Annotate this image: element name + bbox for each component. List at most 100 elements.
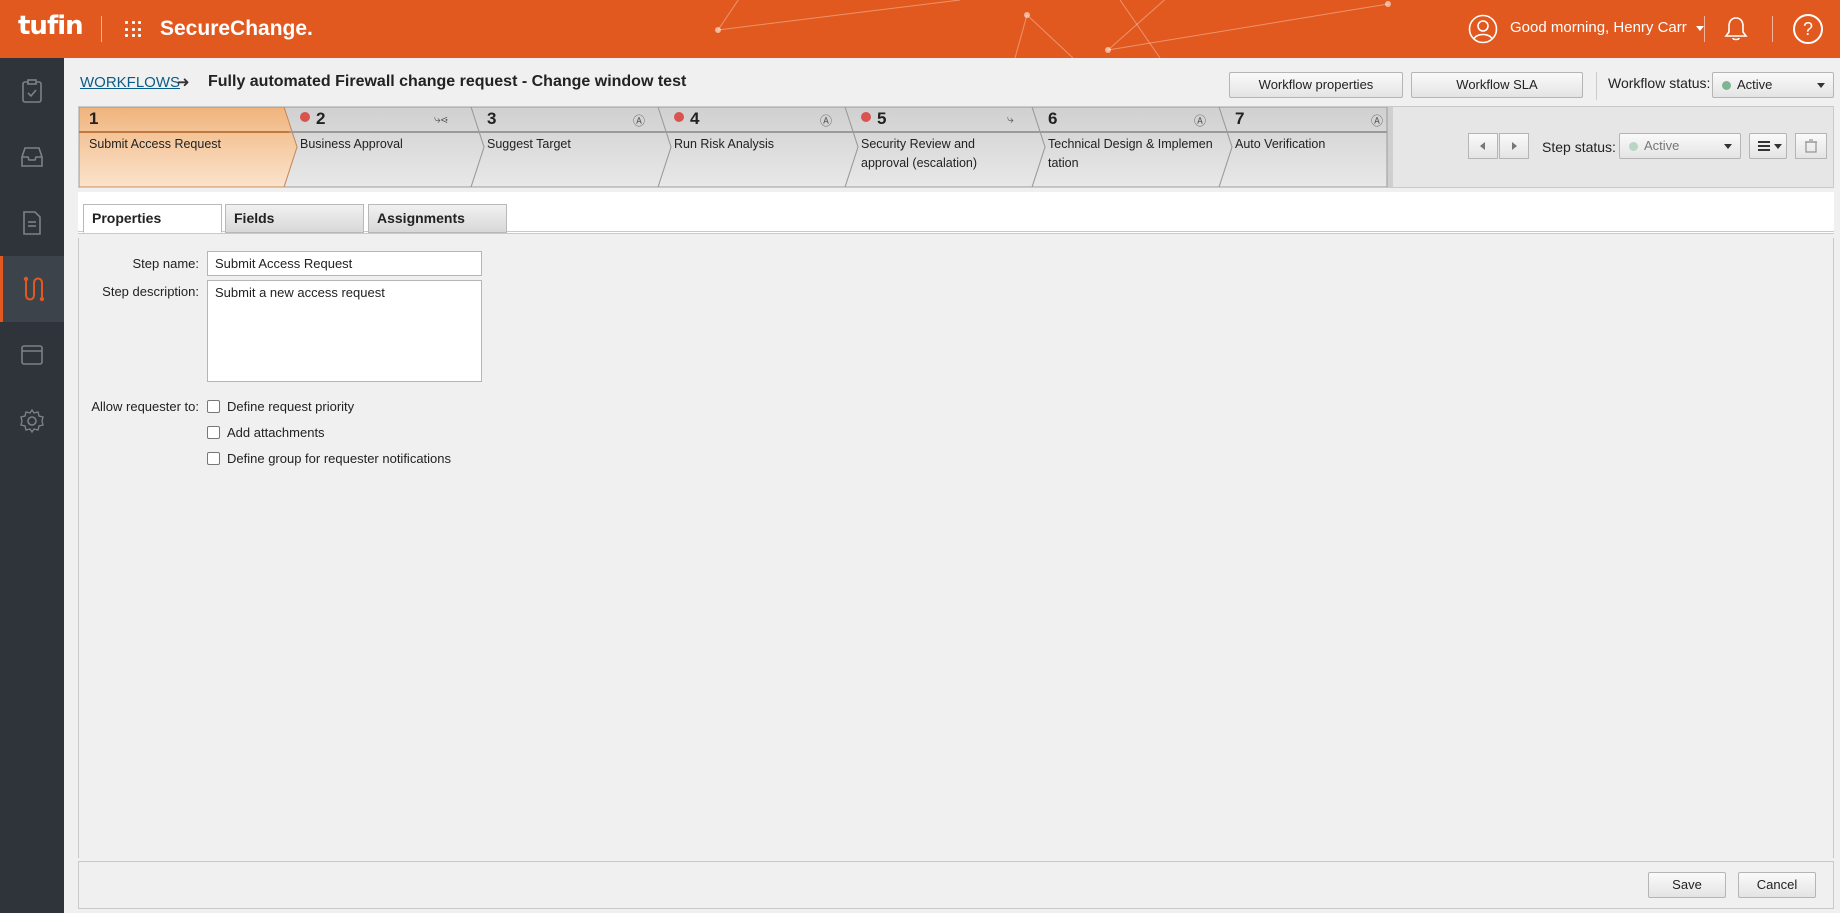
- automatic-icon: Ⓐ: [1194, 114, 1207, 128]
- workflow-properties-button[interactable]: Workflow properties: [1229, 72, 1403, 98]
- step-number: 7: [1235, 109, 1245, 128]
- step-menu-button[interactable]: [1749, 133, 1787, 159]
- step-5[interactable]: 5 ⤷ Security Review and approval (escala…: [845, 107, 1032, 187]
- workflow-steps-strip: 1 Submit Access Request 2 ⤷⋖ Business Ap…: [78, 106, 1834, 188]
- step-description-textarea[interactable]: Submit a new access request: [207, 280, 482, 382]
- properties-panel: Step name: Step description: Submit a ne…: [78, 238, 1834, 858]
- breadcrumb-arrow-icon: ➜: [177, 74, 190, 91]
- sidebar: [0, 58, 64, 913]
- chevron-down-icon: [1817, 83, 1825, 88]
- document-icon: [23, 211, 41, 235]
- clipboard-check-icon: [22, 79, 42, 103]
- return-icon: ⤷: [1007, 112, 1014, 126]
- workflow-status-value: Active: [1737, 77, 1773, 92]
- step-1[interactable]: 1 Submit Access Request: [79, 107, 284, 187]
- step-number: 2: [316, 109, 326, 128]
- sidebar-item-settings[interactable]: [0, 388, 64, 454]
- add-attachments-label: Add attachments: [227, 425, 325, 440]
- step-7[interactable]: 7 Ⓐ Auto Verification: [1219, 107, 1387, 187]
- step-6[interactable]: 6 Ⓐ Technical Design & Implementation: [1032, 107, 1219, 187]
- chevron-right-icon: [1512, 142, 1517, 150]
- breadcrumb-workflows-link[interactable]: WORKFLOWS: [80, 74, 180, 91]
- step-2[interactable]: 2 ⤷⋖ Business Approval: [284, 107, 471, 187]
- toolbar-divider: [1596, 72, 1597, 100]
- step-status-select[interactable]: Active: [1619, 133, 1741, 159]
- greeting-text: Good morning, Henry Carr: [1510, 19, 1687, 36]
- automatic-icon: Ⓐ: [633, 114, 646, 128]
- tabs-bar: Properties Fields Assignments: [78, 192, 1834, 234]
- delete-step-button[interactable]: [1795, 133, 1827, 159]
- sidebar-item-inbox[interactable]: [0, 124, 64, 190]
- step-number: 5: [877, 109, 887, 128]
- step-label: Technical Design & Implementation: [1048, 137, 1213, 170]
- product-name: SecureChange.: [160, 17, 313, 40]
- footer-bar: Save Cancel: [78, 861, 1834, 909]
- sidebar-item-tasks[interactable]: [0, 58, 64, 124]
- step-description-label: Step description:: [102, 284, 199, 299]
- help-icon[interactable]: ?: [1793, 14, 1823, 44]
- step-alert-dot: [861, 112, 871, 122]
- automatic-icon: Ⓐ: [820, 114, 833, 128]
- branch-icon: ⤷⋖: [434, 112, 448, 126]
- apps-grid-icon[interactable]: [125, 21, 141, 37]
- tab-assignments[interactable]: Assignments: [368, 204, 507, 233]
- step-label: Auto Verification: [1235, 137, 1326, 151]
- workflow-status-label: Workflow status:: [1608, 75, 1711, 91]
- chevron-down-icon: [1774, 144, 1782, 149]
- sidebar-item-window[interactable]: [0, 322, 64, 388]
- step-label: Security Review and approval (escalation…: [861, 137, 978, 170]
- step-label: Run Risk Analysis: [674, 137, 775, 151]
- step-alert-dot: [300, 112, 310, 122]
- status-dot-icon: [1722, 81, 1731, 90]
- step-label: Suggest Target: [487, 137, 571, 151]
- tab-fields[interactable]: Fields: [225, 204, 364, 233]
- step-number: 6: [1048, 109, 1058, 128]
- step-alert-dot: [674, 112, 684, 122]
- define-priority-label: Define request priority: [227, 399, 355, 414]
- allow-requester-label: Allow requester to:: [91, 399, 199, 414]
- step-3[interactable]: 3 Ⓐ Suggest Target: [471, 107, 658, 187]
- add-attachments-checkbox[interactable]: [207, 426, 220, 439]
- step-number: 4: [690, 109, 700, 128]
- previous-step-button[interactable]: [1468, 133, 1498, 159]
- step-status-value: Active: [1644, 138, 1680, 153]
- cancel-button[interactable]: Cancel: [1738, 872, 1816, 898]
- define-notification-group-label: Define group for requester notifications: [227, 451, 452, 466]
- notifications-bell-icon[interactable]: [1724, 16, 1748, 42]
- step-name-input[interactable]: [207, 251, 482, 276]
- hamburger-menu-icon: [1758, 141, 1770, 151]
- gear-icon: [20, 408, 44, 434]
- trash-icon: [1805, 139, 1817, 153]
- next-step-button[interactable]: [1499, 133, 1529, 159]
- chevron-down-icon: [1724, 144, 1732, 149]
- step-label: Submit Access Request: [89, 137, 222, 151]
- tab-properties[interactable]: Properties: [83, 204, 222, 233]
- chevron-left-icon: [1480, 142, 1485, 150]
- header-divider: [1704, 16, 1705, 42]
- page-title: Fully automated Firewall change request …: [208, 73, 687, 90]
- define-notification-group-checkbox[interactable]: [207, 452, 220, 465]
- step-status-label: Step status:: [1542, 139, 1616, 155]
- define-priority-checkbox[interactable]: [207, 400, 220, 413]
- user-menu[interactable]: Good morning, Henry Carr: [1510, 19, 1704, 36]
- step-label: Business Approval: [300, 137, 403, 151]
- workflow-status-select[interactable]: Active: [1712, 72, 1834, 98]
- step-4[interactable]: 4 Ⓐ Run Risk Analysis: [658, 107, 845, 187]
- user-avatar-icon[interactable]: [1468, 14, 1498, 44]
- chevron-down-icon: [1695, 25, 1704, 31]
- save-button[interactable]: Save: [1648, 872, 1726, 898]
- step-number: 3: [487, 109, 497, 128]
- step-number: 1: [89, 109, 99, 128]
- status-dot-icon: [1629, 142, 1638, 151]
- workflow-sla-button[interactable]: Workflow SLA: [1411, 72, 1583, 98]
- sidebar-item-documents[interactable]: [0, 190, 64, 256]
- automatic-icon: Ⓐ: [1371, 114, 1384, 128]
- sidebar-item-workflows[interactable]: [0, 256, 64, 322]
- header-divider: [1772, 16, 1773, 42]
- step-name-label: Step name:: [132, 256, 200, 271]
- inbox-icon: [21, 147, 43, 167]
- tufin-logo[interactable]: tufin: [18, 11, 84, 41]
- browser-window-icon: [21, 345, 43, 365]
- workflow-icon: [23, 276, 44, 302]
- top-bar: tufin SecureChange. Good morning, Henry …: [0, 0, 1840, 58]
